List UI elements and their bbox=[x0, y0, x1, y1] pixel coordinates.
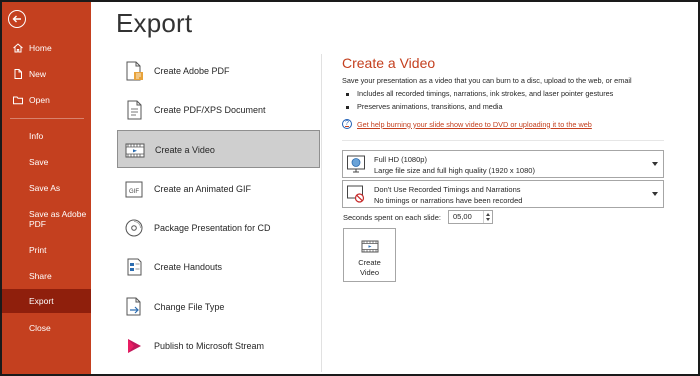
video-icon bbox=[125, 143, 145, 158]
export-option-create-video[interactable]: Create a Video bbox=[117, 130, 320, 168]
export-option-change-file-type[interactable]: Change File Type bbox=[117, 288, 320, 326]
section-divider bbox=[342, 140, 664, 141]
export-option-label: Package Presentation for CD bbox=[154, 223, 271, 233]
pane-divider bbox=[321, 54, 322, 372]
pdf-xps-icon bbox=[127, 100, 142, 120]
chevron-down-icon bbox=[652, 192, 658, 196]
sidebar-item-open[interactable]: Open bbox=[2, 88, 91, 112]
create-video-label-line1: Create bbox=[358, 258, 381, 267]
page-title: Export bbox=[116, 8, 193, 38]
create-video-button[interactable]: Create Video bbox=[343, 228, 396, 282]
sidebar-item-label: New bbox=[29, 69, 47, 79]
bullet-dot bbox=[346, 105, 349, 109]
bullet-text: Includes all recorded timings, narration… bbox=[357, 89, 614, 98]
video-icon bbox=[361, 240, 379, 253]
quality-description: Large file size and full high quality (1… bbox=[374, 166, 535, 175]
export-option-create-animated-gif[interactable]: GIF Create an Animated GIF bbox=[117, 170, 320, 208]
sidebar-item-save[interactable]: Save bbox=[2, 150, 91, 174]
sidebar-item-label: Export bbox=[29, 296, 54, 306]
seconds-per-slide-label: Seconds spent on each slide: bbox=[343, 213, 441, 222]
sidebar-item-share[interactable]: Share bbox=[2, 264, 91, 288]
export-option-create-pdf-xps[interactable]: Create PDF/XPS Document bbox=[117, 91, 320, 129]
sidebar-item-save-as[interactable]: Save As bbox=[2, 176, 91, 200]
video-pane-description: Save your presentation as a video that y… bbox=[342, 76, 632, 85]
sidebar-item-label: Info bbox=[29, 131, 44, 141]
sidebar-item-label: Close bbox=[29, 323, 51, 333]
chevron-down-icon bbox=[652, 162, 658, 166]
sidebar-item-label: Home bbox=[29, 43, 52, 53]
sidebar-divider bbox=[10, 118, 84, 119]
export-option-publish-to-stream[interactable]: Publish to Microsoft Stream bbox=[117, 327, 320, 365]
new-doc-icon bbox=[14, 69, 22, 79]
change-file-type-icon bbox=[126, 297, 141, 316]
sidebar-item-new[interactable]: New bbox=[2, 62, 91, 86]
export-option-label: Create an Animated GIF bbox=[154, 184, 252, 194]
video-pane-title: Create a Video bbox=[342, 55, 436, 71]
help-question-icon: ? bbox=[342, 119, 352, 129]
folder-icon bbox=[13, 96, 23, 105]
sidebar-item-export[interactable]: Export bbox=[2, 289, 91, 313]
export-option-label: Create a Video bbox=[155, 145, 215, 155]
home-icon bbox=[13, 43, 23, 53]
timings-description: No timings or narrations have been recor… bbox=[374, 196, 523, 205]
sidebar-item-label-line1: Save as Adobe bbox=[29, 209, 87, 219]
video-quality-dropdown[interactable]: Full HD (1080p) Large file size and full… bbox=[342, 150, 664, 178]
stepper-up-icon[interactable] bbox=[486, 213, 490, 216]
stepper-down-icon[interactable] bbox=[486, 218, 490, 221]
stream-icon bbox=[128, 339, 141, 353]
export-option-label: Publish to Microsoft Stream bbox=[154, 341, 265, 351]
stepper-arrows[interactable] bbox=[483, 211, 492, 223]
app-window: Home New Open Info Save Save As Save as … bbox=[0, 0, 700, 376]
sidebar-item-label-line2: PDF bbox=[29, 219, 46, 229]
sidebar-item-label: Open bbox=[29, 95, 50, 105]
export-option-package-for-cd[interactable]: Package Presentation for CD bbox=[117, 209, 320, 247]
timings-title: Don't Use Recorded Timings and Narration… bbox=[374, 185, 521, 194]
backstage-sidebar: Home New Open Info Save Save As Save as … bbox=[2, 2, 91, 374]
export-option-create-adobe-pdf[interactable]: Create Adobe PDF bbox=[117, 52, 320, 90]
export-option-label: Create PDF/XPS Document bbox=[154, 105, 266, 115]
sidebar-item-home[interactable]: Home bbox=[2, 36, 91, 60]
video-pane-bullet: Preserves animations, transitions, and m… bbox=[346, 102, 503, 111]
help-link-text[interactable]: Get help burning your slide show video t… bbox=[357, 120, 592, 129]
cd-icon bbox=[125, 219, 143, 237]
seconds-per-slide-stepper[interactable]: 05,00 bbox=[448, 210, 493, 224]
export-option-create-handouts[interactable]: Create Handouts bbox=[117, 248, 320, 286]
seconds-per-slide-value[interactable]: 05,00 bbox=[449, 211, 483, 223]
export-option-label: Create Adobe PDF bbox=[154, 66, 230, 76]
no-timings-icon bbox=[347, 185, 365, 203]
bullet-text: Preserves animations, transitions, and m… bbox=[357, 102, 503, 111]
monitor-quality-icon bbox=[347, 155, 365, 173]
export-option-label: Change File Type bbox=[154, 302, 225, 312]
sidebar-item-label: Save bbox=[29, 157, 49, 167]
help-link[interactable]: ? Get help burning your slide show video… bbox=[342, 119, 592, 129]
sidebar-item-info[interactable]: Info bbox=[2, 124, 91, 148]
timings-dropdown[interactable]: Don't Use Recorded Timings and Narration… bbox=[342, 180, 664, 208]
sidebar-item-label: Print bbox=[29, 245, 47, 255]
sidebar-item-save-as-adobe-pdf[interactable]: Save as Adobe PDF bbox=[2, 204, 91, 234]
sidebar-item-close[interactable]: Close bbox=[2, 316, 91, 340]
bullet-dot bbox=[346, 92, 349, 96]
export-option-label: Create Handouts bbox=[154, 262, 223, 272]
svg-text:GIF: GIF bbox=[129, 189, 139, 195]
sidebar-item-label: Save as Adobe PDF bbox=[29, 209, 86, 229]
video-pane-bullet: Includes all recorded timings, narration… bbox=[346, 89, 613, 98]
sidebar-item-label: Share bbox=[29, 271, 52, 281]
sidebar-item-print[interactable]: Print bbox=[2, 238, 91, 262]
adobe-pdf-icon bbox=[126, 61, 143, 81]
sidebar-item-label: Save As bbox=[29, 183, 61, 193]
create-video-label-line2: Video bbox=[359, 268, 380, 277]
gif-icon: GIF bbox=[125, 181, 143, 198]
quality-title: Full HD (1080p) bbox=[374, 155, 427, 164]
back-arrow-icon[interactable] bbox=[8, 10, 26, 28]
handouts-icon bbox=[127, 258, 142, 276]
